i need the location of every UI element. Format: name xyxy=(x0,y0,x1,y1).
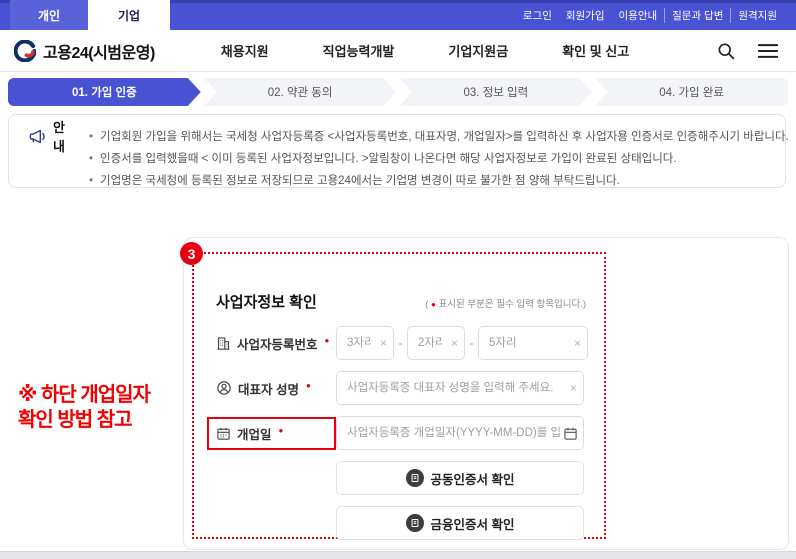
search-icon[interactable] xyxy=(716,41,736,61)
notice-box: 안내 기업회원 가입을 위해서는 국세청 사업자등록증 <사업자등록번호, 대표… xyxy=(8,114,786,188)
ceo-name-row: 대표자 성명 ● × xyxy=(216,371,584,405)
ceo-name-label: 대표자 성명 ● xyxy=(216,379,336,398)
joint-certificate-button[interactable]: 공동인증서 확인 xyxy=(336,461,584,495)
step-4-complete: 04. 가입 완료 xyxy=(595,78,788,106)
tab-business[interactable]: 기업 xyxy=(88,0,170,30)
nav-company-subsidy[interactable]: 기업지원금 xyxy=(448,41,508,60)
annotation-step-badge: 3 xyxy=(180,242,203,265)
remote-support-link[interactable]: 원격지원 xyxy=(730,8,784,23)
building-icon xyxy=(216,336,231,351)
business-verify-card: 3 사업자정보 확인 ( ● 표시된 부분은 필수 입력 항목입니다.) 사업자… xyxy=(183,237,789,550)
biz-number-label: 사업자등록번호 ● xyxy=(216,334,336,353)
clear-icon[interactable]: × xyxy=(574,337,581,349)
signup-step-indicator: 01. 가입 인증 02. 약관 동의 03. 정보 입력 04. 가입 완료 xyxy=(8,78,788,106)
top-utility-bar: 개인 기업 로그인 회원가입 이용안내 질문과 답변 원격지원 xyxy=(0,0,796,30)
dash-separator: - xyxy=(465,336,478,350)
calendar-icon xyxy=(216,426,231,441)
datepicker-icon[interactable] xyxy=(563,426,578,441)
finance-certificate-button[interactable]: 금융인증서 확인 xyxy=(336,506,584,540)
notice-item: 기업명은 국세청에 등록된 정보로 저장되므로 고용24에서는 기업명 변경이 … xyxy=(89,170,789,192)
required-marker: ● xyxy=(279,426,284,435)
menu-icon[interactable] xyxy=(758,43,778,59)
open-date-input[interactable] xyxy=(336,416,584,450)
site-header: 고용24(시범운영) 채용지원 직업능력개발 기업지원금 확인 및 신고 xyxy=(0,30,796,72)
ceo-name-input[interactable] xyxy=(336,371,584,405)
gov-emblem-icon xyxy=(14,40,36,62)
open-date-label-highlighted: 개업일 ● xyxy=(207,417,336,450)
form-title: 사업자정보 확인 xyxy=(216,291,317,312)
guide-link[interactable]: 이용안내 xyxy=(612,8,665,23)
notice-item: 인증서를 입력했을때 < 이미 등록된 사업자정보입니다. >알림창이 나온다면… xyxy=(89,148,789,170)
notice-list: 기업회원 가입을 위해서는 국세청 사업자등록증 <사업자등록번호, 대표자명,… xyxy=(89,126,789,187)
megaphone-icon xyxy=(29,129,46,144)
required-marker: ● xyxy=(325,336,330,345)
clear-icon[interactable]: × xyxy=(570,382,577,394)
logo-text: 고용24(시범운영) xyxy=(43,39,155,63)
qna-link[interactable]: 질문과 답변 xyxy=(664,8,730,23)
open-date-row: 개업일 ● xyxy=(216,416,584,450)
dash-separator: - xyxy=(394,336,407,350)
nav-vocational-dev[interactable]: 직업능력개발 xyxy=(323,41,395,60)
signup-link[interactable]: 회원가입 xyxy=(559,8,612,23)
clear-icon[interactable]: × xyxy=(380,337,387,349)
biz-number-row: 사업자등록번호 ● × - × - × xyxy=(216,326,584,360)
step-1-verify: 01. 가입 인증 xyxy=(8,78,201,106)
certificate-icon xyxy=(406,469,424,487)
clear-icon[interactable]: × xyxy=(451,337,458,349)
login-link[interactable]: 로그인 xyxy=(516,8,559,23)
nav-employment-support[interactable]: 채용지원 xyxy=(221,41,269,60)
side-annotation-text: ※ 하단 개업일자 확인 방법 참고 xyxy=(18,383,150,433)
certificate-icon xyxy=(406,514,424,532)
required-note: ( ● 표시된 부분은 필수 입력 항목입니다.) xyxy=(416,296,586,310)
nav-check-report[interactable]: 확인 및 신고 xyxy=(562,41,629,60)
notice-title: 안내 xyxy=(53,117,65,155)
notice-item: 기업회원 가입을 위해서는 국세청 사업자등록증 <사업자등록번호, 대표자명,… xyxy=(89,126,789,148)
person-icon xyxy=(216,380,232,396)
global-nav: 채용지원 직업능력개발 기업지원금 확인 및 신고 xyxy=(221,41,629,60)
step-3-info: 03. 정보 입력 xyxy=(400,78,593,106)
site-logo[interactable]: 고용24(시범운영) xyxy=(14,39,155,63)
step-2-terms: 02. 약관 동의 xyxy=(204,78,397,106)
biz-number-input-3[interactable] xyxy=(478,326,588,360)
utility-links: 로그인 회원가입 이용안내 질문과 답변 원격지원 xyxy=(516,0,796,30)
required-marker: ● xyxy=(306,381,311,390)
tab-personal[interactable]: 개인 xyxy=(10,0,88,30)
